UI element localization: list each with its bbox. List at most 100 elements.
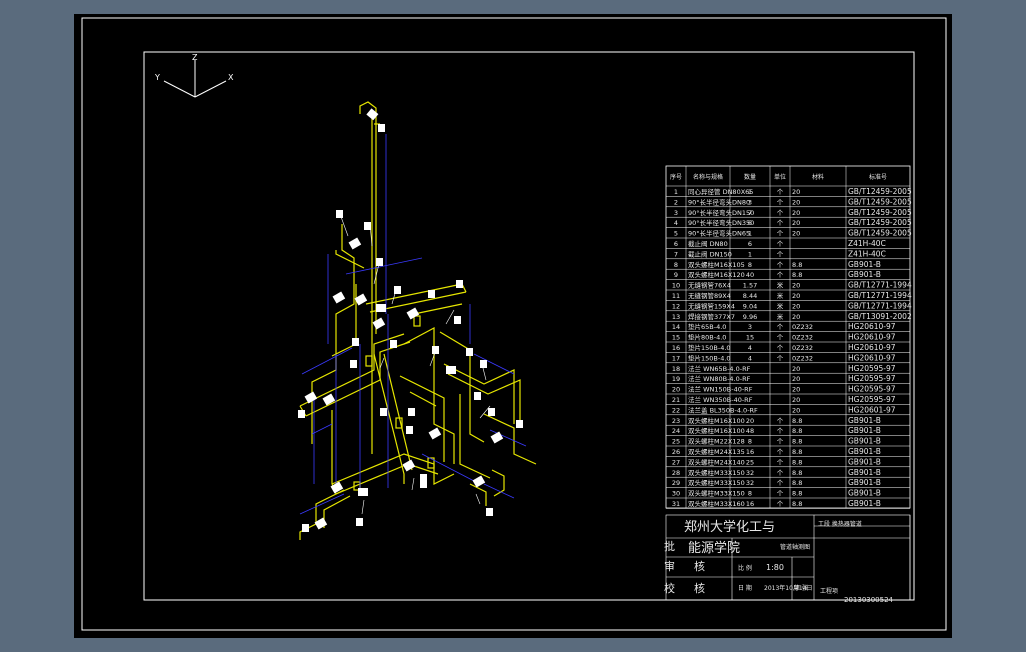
table-cell: 8.8 bbox=[792, 458, 802, 466]
table-cell: 20 bbox=[792, 396, 800, 404]
table-cell: 16 bbox=[672, 344, 680, 352]
table-cell: 18 bbox=[672, 365, 680, 373]
table-cell: GB/T12459-2005 bbox=[848, 218, 912, 227]
table-header-cell: 名称与规格 bbox=[693, 173, 723, 181]
table-cell: 个 bbox=[777, 458, 784, 466]
table-cell: 20 bbox=[792, 292, 800, 300]
table-cell: 8 bbox=[674, 261, 678, 269]
cad-drawing: Z Y X 序号 名称与规格 数量 单位 材料 标准号1 同心异径管 DN80X… bbox=[81, 17, 947, 631]
table-cell: 24 bbox=[672, 427, 680, 435]
table-cell: 20 bbox=[792, 188, 800, 196]
table-cell: 8.8 bbox=[792, 427, 802, 435]
table-cell: 7 bbox=[748, 209, 752, 217]
table-cell: 20 bbox=[792, 313, 800, 321]
school-line1: 郑州大学化工与 bbox=[684, 519, 775, 535]
table-cell: GB901-B bbox=[848, 416, 881, 425]
table-cell: HG20595-97 bbox=[848, 374, 896, 383]
table-cell: 个 bbox=[777, 209, 784, 217]
table-cell: 0Z232 bbox=[792, 354, 813, 362]
table-cell: 8.8 bbox=[792, 479, 802, 487]
table-cell: 14 bbox=[672, 323, 680, 331]
table-cell: GB901-B bbox=[848, 437, 881, 446]
table-cell: 48 bbox=[746, 427, 754, 435]
table-cell: 无缝钢管159X4 bbox=[688, 301, 735, 310]
table-cell: 米 bbox=[777, 291, 784, 300]
table-cell: 28 bbox=[672, 469, 680, 477]
table-cell: 8.8 bbox=[792, 448, 802, 456]
table-cell: HG20595-97 bbox=[848, 395, 896, 404]
table-cell: GB/T12459-2005 bbox=[848, 197, 912, 206]
table-cell: 40 bbox=[746, 271, 754, 279]
table-cell: 3 bbox=[748, 198, 752, 206]
table-cell: 垫片150B-4.0 bbox=[688, 343, 731, 352]
pipe-isometric bbox=[299, 101, 537, 540]
table-cell: 个 bbox=[777, 250, 784, 258]
drawing-sheet: Z Y X 序号 名称与规格 数量 单位 材料 标准号 1 同心异径管 DN80… bbox=[74, 14, 952, 638]
table-cell: 1.57 bbox=[743, 282, 757, 290]
date-label: 日 期 bbox=[738, 584, 752, 592]
review-he: 核 bbox=[694, 559, 705, 573]
table-cell: 3 bbox=[674, 209, 678, 217]
school-line2: 能源学院 bbox=[688, 540, 740, 556]
table-cell: 截止阀 DN80 bbox=[688, 239, 728, 248]
table-cell: 20 bbox=[792, 406, 800, 414]
table-cell: 8.8 bbox=[792, 490, 802, 498]
table-cell: 2 bbox=[674, 198, 678, 206]
table-cell: 9.04 bbox=[743, 302, 757, 310]
table-cell: 个 bbox=[777, 271, 784, 279]
table-cell: 个 bbox=[777, 490, 784, 498]
table-cell: HG20595-97 bbox=[848, 385, 896, 394]
table-cell: 90°长半径弯头DN65 bbox=[688, 229, 750, 238]
table-cell: 20 bbox=[672, 386, 680, 394]
table-cell: 法兰 WN150B-40-RF bbox=[688, 385, 753, 394]
table-cell: 个 bbox=[777, 334, 784, 342]
table-cell: 0Z232 bbox=[792, 334, 813, 342]
table-cell: 90°长半径弯头DN150 bbox=[688, 208, 754, 217]
table-cell: 13 bbox=[672, 313, 680, 321]
table-cell: 7 bbox=[674, 250, 678, 258]
table-cell: 10 bbox=[672, 282, 680, 290]
table-cell: 双头螺柱M33X160 bbox=[688, 499, 745, 508]
table-header-cell: 数量 bbox=[744, 173, 756, 181]
table-cell: 个 bbox=[777, 500, 784, 508]
table-cell: 截止阀 DN150 bbox=[688, 249, 732, 258]
table-cell: GB901-B bbox=[848, 457, 881, 466]
table-cell: 垫片150B-4.0 bbox=[688, 353, 731, 362]
approve-label: 批 bbox=[664, 539, 675, 553]
table-header-cell: 序号 bbox=[670, 173, 682, 181]
table-cell: GB/T13091-2002 bbox=[848, 312, 912, 321]
axis-triad bbox=[163, 60, 227, 98]
table-cell: 0Z232 bbox=[792, 344, 813, 352]
table-cell: 6 bbox=[674, 240, 678, 248]
table-cell: GB/T12459-2005 bbox=[848, 208, 912, 217]
table-cell: 26 bbox=[672, 448, 680, 456]
table-cell: 8.8 bbox=[792, 469, 802, 477]
table-cell: 20 bbox=[792, 375, 800, 383]
drawing-title: 工段 换热器管道 bbox=[818, 520, 862, 528]
table-cell: 15 bbox=[746, 334, 754, 342]
table-cell: HG20610-97 bbox=[848, 322, 896, 331]
axis-y-label: Y bbox=[154, 73, 160, 82]
table-cell: HG20595-97 bbox=[848, 364, 896, 373]
table-cell: 90°长半径弯头DN80 bbox=[688, 197, 750, 206]
table-cell: 8.44 bbox=[743, 292, 757, 300]
table-cell: 8 bbox=[748, 490, 752, 498]
scale-value: 1:80 bbox=[766, 563, 784, 572]
table-cell: 双头螺柱M33X150 bbox=[688, 478, 745, 487]
review-label: 审 bbox=[664, 559, 675, 573]
table-cell: 16 bbox=[746, 500, 754, 508]
table-cell: 双头螺柱M16X105 bbox=[688, 260, 745, 269]
drawing-number: 20130300524 bbox=[844, 596, 894, 604]
table-cell: GB901-B bbox=[848, 489, 881, 498]
table-cell: 23 bbox=[672, 417, 680, 425]
table-cell: GB901-B bbox=[848, 478, 881, 487]
table-cell: 19 bbox=[672, 375, 680, 383]
table-cell: 11 bbox=[672, 292, 680, 300]
table-cell: 16 bbox=[746, 448, 754, 456]
table-cell: 双头螺柱M22X128 bbox=[688, 437, 745, 446]
table-cell: 双头螺柱M33X150 bbox=[688, 489, 745, 498]
table-cell: 个 bbox=[777, 230, 784, 238]
table-cell: 17 bbox=[672, 354, 680, 362]
table-cell: 8.8 bbox=[792, 271, 802, 279]
table-cell: 31 bbox=[672, 500, 680, 508]
